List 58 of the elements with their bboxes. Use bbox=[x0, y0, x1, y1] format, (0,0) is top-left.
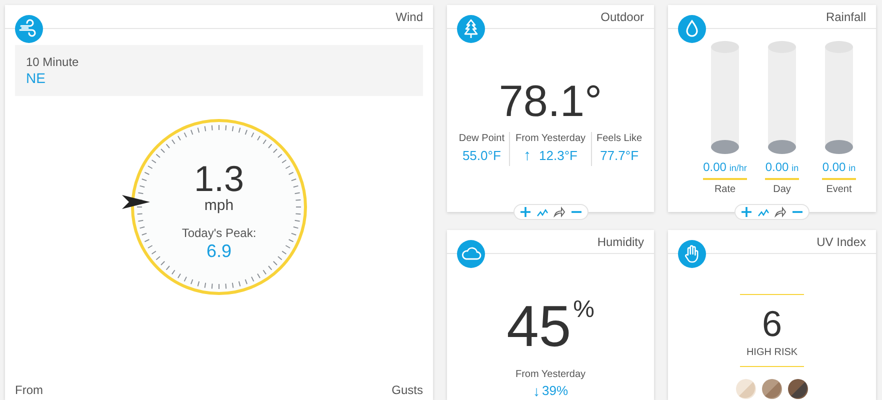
chart-button[interactable] bbox=[535, 206, 549, 218]
speed-unit: mph bbox=[204, 198, 234, 214]
humidity-reading: 45 bbox=[506, 296, 572, 358]
peak-speed: 6.9 bbox=[206, 240, 232, 262]
rain-unit: in/hr bbox=[729, 162, 747, 175]
rain-unit: in bbox=[848, 162, 856, 175]
from-label: From bbox=[15, 382, 43, 399]
plus-icon bbox=[519, 206, 531, 218]
humidity-change: 39% bbox=[542, 382, 568, 400]
skin-tone-icon bbox=[762, 379, 782, 399]
stat-value: 55.0°F bbox=[462, 147, 501, 165]
tree-icon bbox=[457, 15, 485, 43]
line-chart-icon bbox=[758, 206, 770, 218]
skin-tone-icon bbox=[788, 379, 808, 399]
rain-unit: in bbox=[792, 162, 799, 175]
direction-arrow-icon bbox=[122, 194, 150, 210]
stat-label: Feels Like bbox=[596, 132, 642, 146]
wind-icon bbox=[15, 15, 43, 43]
rain-amount: 0.00 bbox=[703, 159, 726, 176]
temperature-reading: 78.1° bbox=[498, 78, 604, 126]
hand-icon bbox=[678, 240, 706, 268]
water-drop-icon bbox=[678, 15, 706, 43]
share-button[interactable] bbox=[552, 206, 566, 218]
card-title: Outdoor bbox=[600, 8, 644, 26]
rain-amount: 0.00 bbox=[765, 159, 789, 176]
stat-value: 77.7°F bbox=[600, 147, 639, 165]
period-label: 10 Minute bbox=[26, 55, 80, 69]
card-title: UV Index bbox=[816, 234, 866, 250]
rain-period-label: Rate bbox=[714, 183, 736, 197]
wind-direction: NE bbox=[26, 69, 46, 87]
risk-level: HIGH RISK bbox=[746, 346, 798, 360]
gusts-label: Gusts bbox=[392, 382, 423, 399]
cloud-icon bbox=[457, 240, 485, 268]
add-button[interactable] bbox=[518, 206, 532, 218]
card-title: Wind bbox=[396, 8, 423, 26]
stat-label: From Yesterday bbox=[515, 132, 586, 146]
share-icon bbox=[553, 206, 565, 218]
up-arrow: ↑ bbox=[524, 146, 532, 166]
stat-label: Dew Point bbox=[458, 132, 504, 146]
plus-icon bbox=[740, 206, 752, 218]
down-arrow: ↓ bbox=[532, 382, 540, 400]
wind-speed: 1.3 bbox=[194, 160, 244, 198]
chart-button[interactable] bbox=[756, 206, 770, 218]
stat-value: 12.3°F bbox=[539, 147, 578, 165]
rain-period-label: Event bbox=[826, 183, 852, 197]
share-icon bbox=[774, 206, 786, 218]
card-title: Rainfall bbox=[826, 8, 866, 26]
rain-period-label: Day bbox=[773, 183, 791, 197]
card-title: Humidity bbox=[597, 234, 644, 250]
share-button[interactable] bbox=[774, 206, 788, 218]
percent-sign: % bbox=[573, 296, 594, 324]
change-label: From Yesterday bbox=[514, 368, 587, 382]
add-button[interactable] bbox=[740, 206, 754, 218]
rain-amount: 0.00 bbox=[822, 159, 846, 176]
skin-tone-icon bbox=[736, 379, 756, 399]
line-chart-icon bbox=[536, 206, 548, 218]
uv-value: 6 bbox=[762, 305, 782, 343]
peak-label: Today's Peak: bbox=[182, 226, 256, 240]
